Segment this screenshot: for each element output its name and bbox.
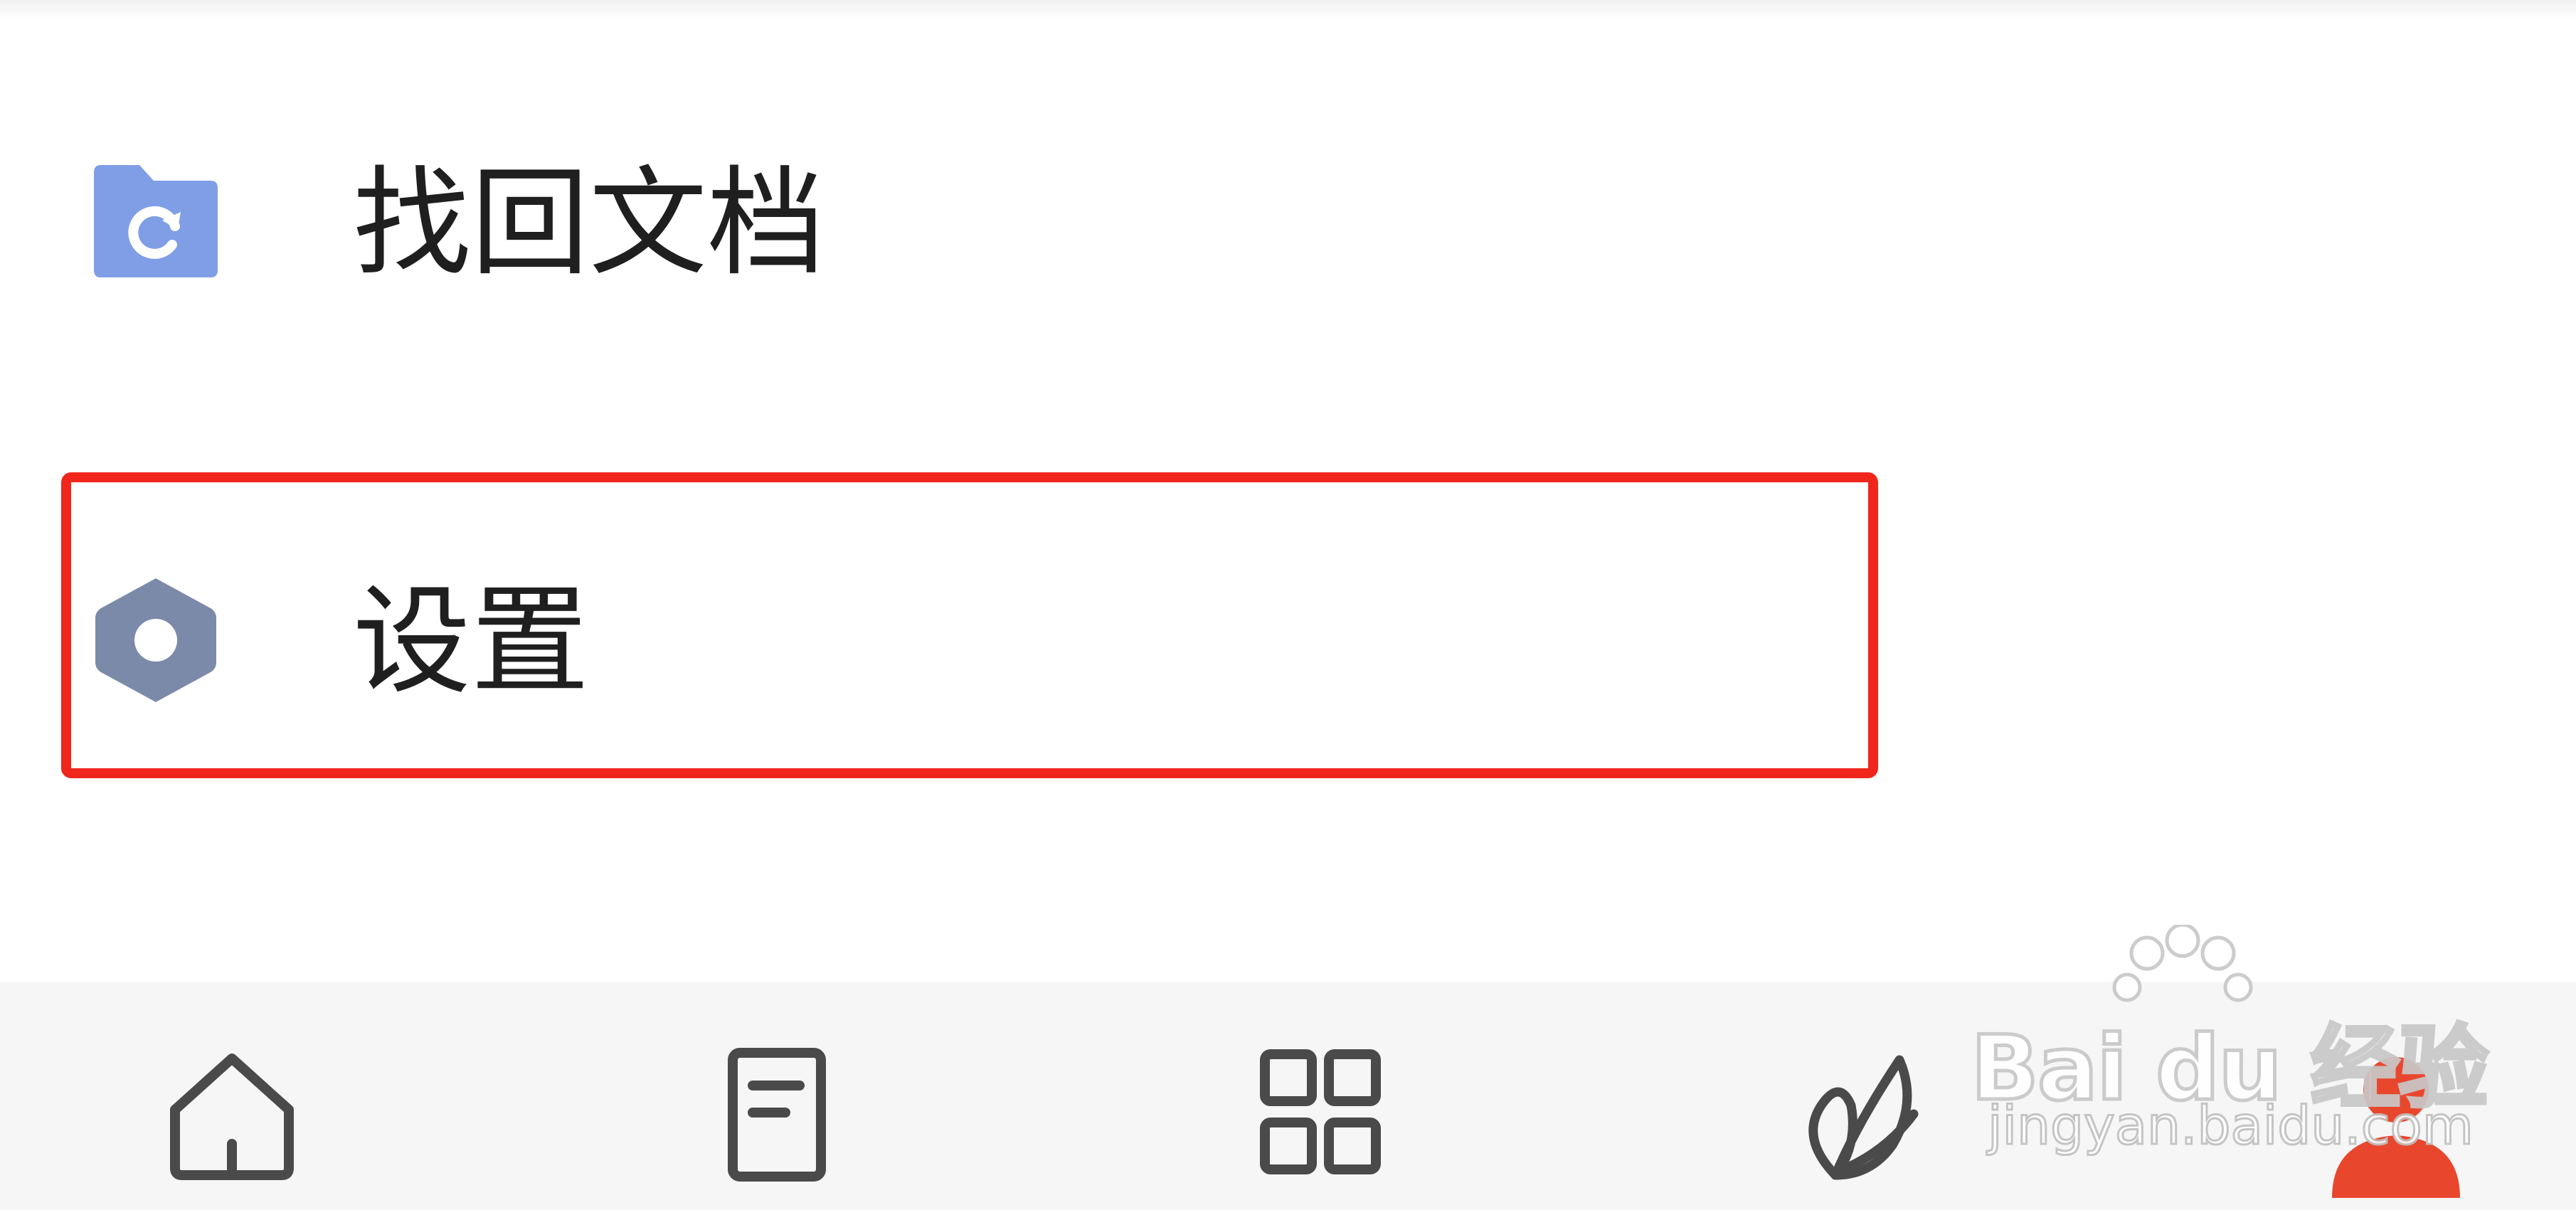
- tab-discover[interactable]: [1779, 1046, 1949, 1210]
- tab-home[interactable]: [147, 1046, 317, 1210]
- tab-apps[interactable]: [1235, 1046, 1406, 1210]
- tab-documents[interactable]: [691, 1046, 862, 1210]
- apps-grid-icon: [1260, 1049, 1381, 1174]
- baidu-jingyan-watermark: Bai du 经验 jingyan.baidu.com: [1969, 925, 2490, 1159]
- leaf-icon: [1808, 1055, 1919, 1180]
- highlight-box: [61, 472, 1878, 778]
- home-icon: [170, 1054, 294, 1180]
- watermark-site: jingyan.baidu.com: [1987, 1095, 2475, 1158]
- menu-item-settings[interactable]: 设置: [0, 0, 2576, 702]
- document-icon: [728, 1048, 826, 1182]
